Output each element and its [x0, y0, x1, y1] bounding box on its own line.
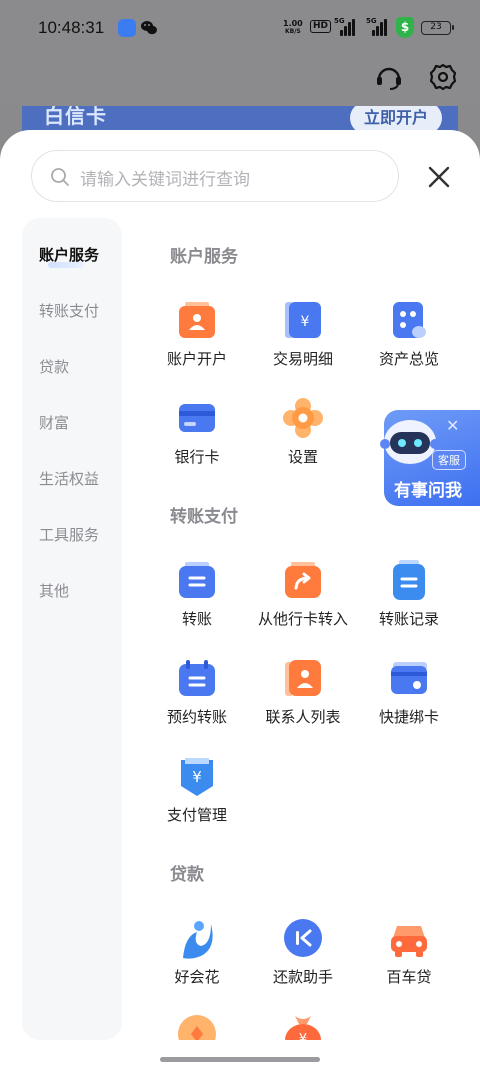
haohuihua-icon: [175, 918, 219, 962]
section-title-loan: 贷款: [170, 865, 204, 885]
close-icon[interactable]: [424, 162, 454, 192]
category-sidebar: 账户服务 转账支付 贷款 财富 生活权益 工具服务 其他: [22, 218, 122, 1040]
contact-list-icon: [281, 658, 325, 702]
signal-2-label: 5G: [366, 17, 377, 25]
account-open-icon: [175, 300, 219, 344]
tile-label: 转账记录: [378, 610, 439, 628]
coin-icon: [175, 1012, 219, 1040]
tile-label: 交易明细: [272, 350, 333, 368]
sidebar-item-transfer-payment[interactable]: 转账支付: [39, 300, 99, 321]
gear-icon[interactable]: [428, 62, 458, 92]
tile-label: 快捷绑卡: [378, 708, 439, 726]
battery-icon: 23: [421, 21, 454, 35]
tile-label: 预约转账: [166, 708, 227, 726]
tile-label: 设置: [287, 448, 318, 466]
banner-text: 白信卡: [44, 106, 107, 128]
menu-content: 账户服务 账户开户 ¥ 交易明细 资产总览 银行卡 设置 转账支付 转账 从他行…: [130, 218, 480, 1040]
home-indicator[interactable]: [160, 1057, 320, 1062]
tile-payment-management[interactable]: ¥ 支付管理: [142, 756, 252, 825]
tile-label: 银行卡: [174, 448, 220, 466]
tile-bank-card[interactable]: 银行卡: [142, 398, 252, 467]
svg-text:¥: ¥: [299, 1032, 307, 1040]
tile-car-loan[interactable]: 百车贷: [354, 918, 464, 987]
svg-text:¥: ¥: [301, 314, 310, 330]
car-loan-icon: [387, 918, 431, 962]
transaction-detail-icon: ¥: [281, 300, 325, 344]
tile-label: 联系人列表: [265, 708, 341, 726]
sidebar-item-tool-service[interactable]: 工具服务: [39, 524, 99, 545]
svg-text:¥: ¥: [192, 768, 202, 786]
tile-transaction-detail[interactable]: ¥ 交易明细: [248, 300, 358, 369]
wechat-icon: [140, 19, 158, 37]
net-speed-value: 1.00: [283, 19, 303, 28]
tile-settings[interactable]: 设置: [248, 398, 358, 467]
hd-badge: HD: [310, 20, 332, 33]
tile-account-open[interactable]: 账户开户: [142, 300, 252, 369]
money-bag-icon: ¥: [281, 1012, 325, 1040]
headset-icon[interactable]: [374, 62, 404, 92]
screen: 10:48:31 1.00 KB/S HD 5G 5G $ 23 白信卡 立即开…: [0, 0, 480, 1072]
security-shield-icon: $: [396, 17, 414, 38]
tile-scheduled-transfer[interactable]: 预约转账: [142, 658, 252, 727]
tile-repayment-assistant[interactable]: 还款助手: [248, 918, 358, 987]
transfer-in-icon: [281, 560, 325, 604]
page-header: [0, 56, 480, 106]
payment-management-icon: ¥: [175, 756, 219, 800]
sidebar-item-other[interactable]: 其他: [39, 580, 69, 601]
sidebar-item-wealth[interactable]: 财富: [39, 412, 69, 433]
status-time: 10:48:31: [38, 18, 105, 37]
tile-asset-overview[interactable]: 资产总览: [354, 300, 464, 369]
scheduled-transfer-icon: [175, 658, 219, 702]
tile-label: 支付管理: [166, 806, 227, 824]
tile-label: 转账: [181, 610, 212, 628]
section-title-account: 账户服务: [170, 247, 238, 267]
service-badge: 客服: [432, 450, 466, 470]
settings-flower-icon: [281, 398, 325, 442]
tile-loan-more-2[interactable]: ¥: [248, 1012, 358, 1040]
sidebar-item-life-benefits[interactable]: 生活权益: [39, 468, 99, 489]
bank-card-icon: [175, 398, 219, 442]
app-notification-icon: [118, 19, 136, 37]
ask-me-text: 有事问我: [394, 481, 462, 501]
tile-label: 从他行卡转入: [257, 610, 348, 628]
repayment-assistant-icon: [281, 918, 325, 962]
tile-transfer-record[interactable]: 转账记录: [354, 560, 464, 629]
tile-quick-bind-card[interactable]: 快捷绑卡: [354, 658, 464, 727]
signal-icon-2: 5G: [366, 17, 388, 36]
sidebar-item-account-service[interactable]: 账户服务: [39, 244, 99, 265]
tile-contact-list[interactable]: 联系人列表: [248, 658, 358, 727]
tile-haohuihua[interactable]: 好会花: [142, 918, 252, 987]
menu-sheet: 请输入关键词进行查询 账户服务 转账支付 贷款 财富 生活权益 工具服务 其他 …: [0, 130, 480, 1072]
sidebar-item-loan[interactable]: 贷款: [39, 356, 69, 377]
transfer-icon: [175, 560, 219, 604]
tile-label: 好会花: [174, 968, 220, 986]
search-icon: [51, 168, 69, 186]
search-input[interactable]: 请输入关键词进行查询: [31, 150, 399, 202]
asset-overview-icon: [387, 300, 431, 344]
signal-icon-1: 5G: [334, 17, 356, 36]
floater-close-icon[interactable]: ✕: [446, 416, 459, 435]
tile-loan-more-1[interactable]: [142, 1012, 252, 1040]
status-bar: 10:48:31 1.00 KB/S HD 5G 5G $ 23: [0, 0, 480, 56]
battery-level: 23: [430, 22, 442, 32]
search-placeholder: 请输入关键词进行查询: [80, 170, 250, 190]
ask-me-floater[interactable]: ✕ 客服 有事问我: [376, 404, 480, 506]
net-speed-unit: KB/S: [285, 28, 301, 35]
section-title-transfer: 转账支付: [170, 507, 238, 527]
quick-bind-card-icon: [387, 658, 431, 702]
transfer-record-icon: [387, 560, 431, 604]
signal-1-label: 5G: [334, 17, 345, 25]
tile-label: 资产总览: [378, 350, 439, 368]
tile-label: 百车贷: [386, 968, 432, 986]
net-speed: 1.00 KB/S: [283, 20, 303, 36]
tile-transfer[interactable]: 转账: [142, 560, 252, 629]
tile-label: 还款助手: [272, 968, 333, 986]
tile-label: 账户开户: [166, 350, 227, 368]
tile-transfer-in[interactable]: 从他行卡转入: [248, 560, 358, 629]
